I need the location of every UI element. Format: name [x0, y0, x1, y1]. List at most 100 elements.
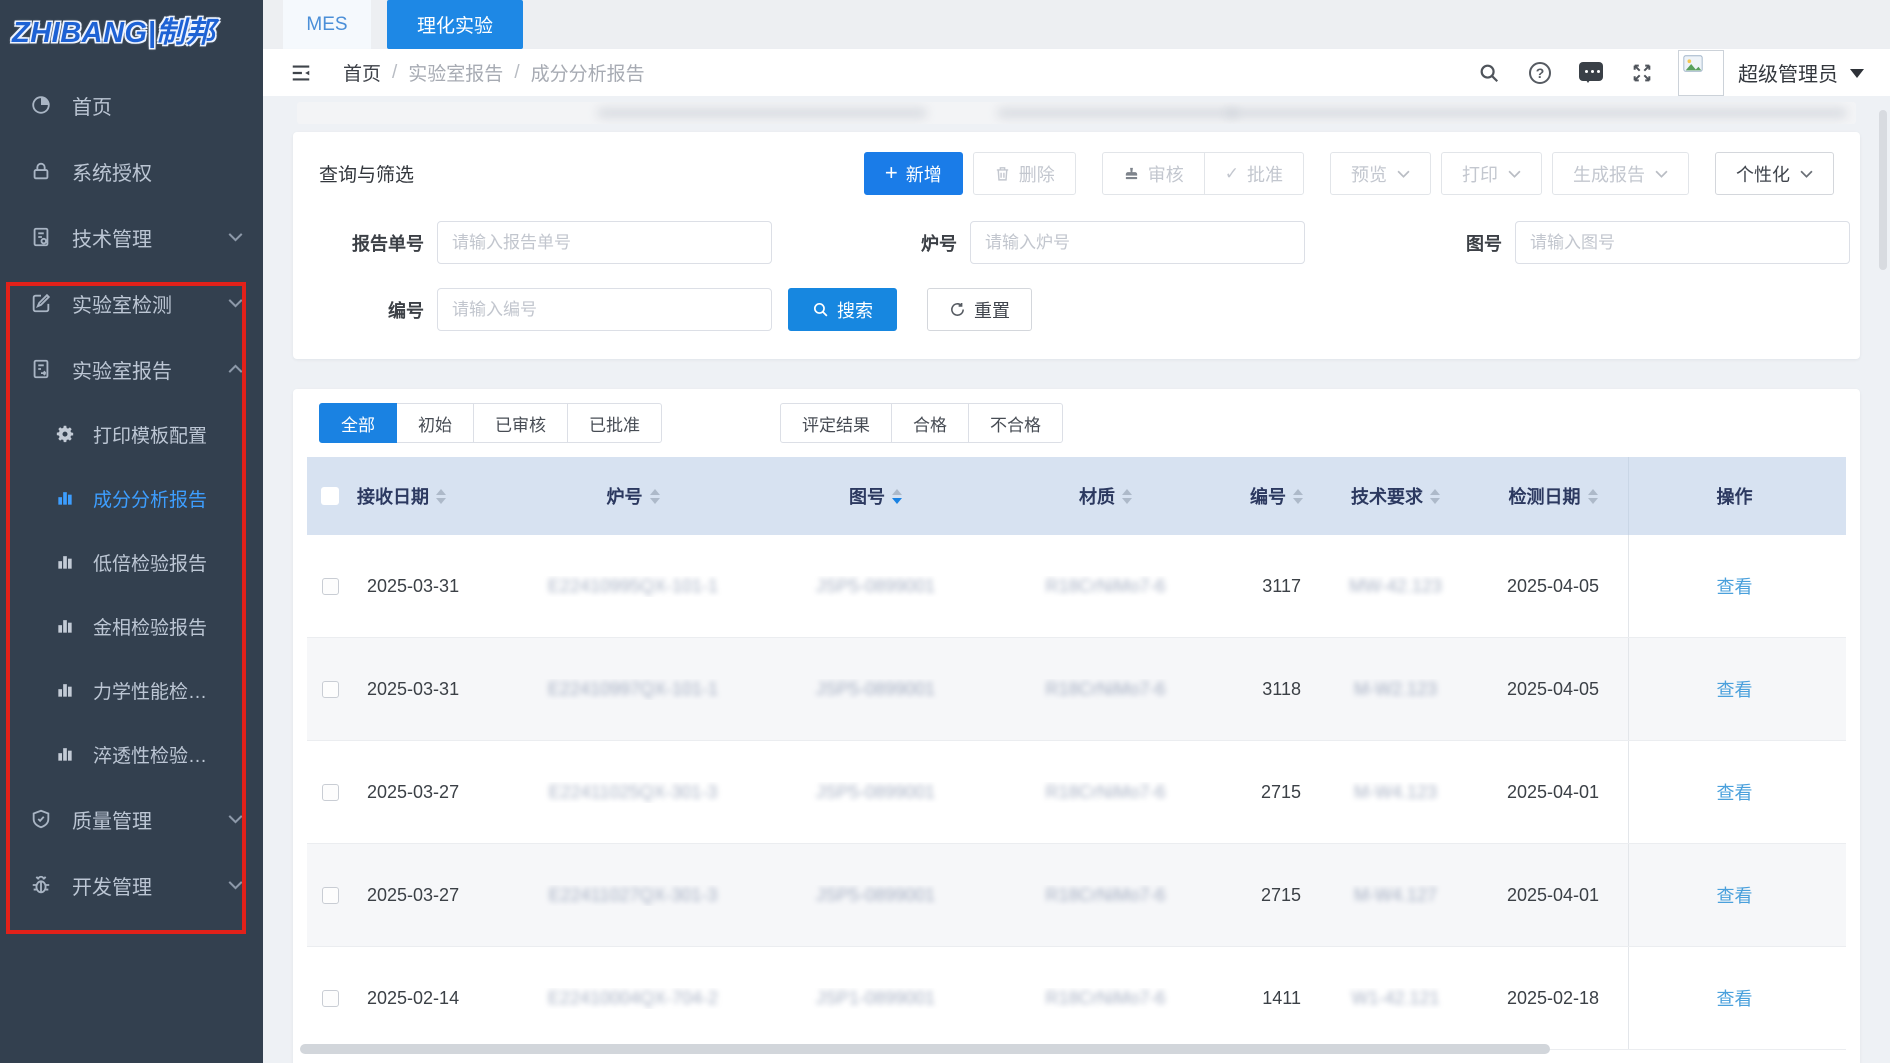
cell-drawing_no: JSP5-0899001	[763, 885, 988, 906]
column-header-3[interactable]: 图号	[763, 483, 988, 509]
row-checkbox[interactable]	[322, 887, 339, 904]
dashboard-icon	[30, 94, 52, 116]
status-tab-1[interactable]: 初始	[396, 403, 474, 443]
review-approve-group: 审核 ✓ 批准	[1102, 152, 1304, 195]
row-checkbox[interactable]	[322, 681, 339, 698]
status-tab-0[interactable]: 全部	[319, 403, 397, 443]
reset-button[interactable]: 重置	[927, 288, 1032, 331]
column-header-1[interactable]: 接收日期	[353, 483, 503, 509]
status-tab-2[interactable]: 已审核	[473, 403, 568, 443]
delete-button[interactable]: 删除	[973, 152, 1076, 195]
result-tab-2[interactable]: 不合格	[968, 403, 1063, 443]
cell-value: M-W2.123	[1354, 679, 1437, 700]
sidebar-item-hardenability-report[interactable]: 淬透性检验…	[0, 722, 263, 786]
sidebar-item-lab-report[interactable]: 实验室报告	[0, 336, 263, 402]
table-row: 2025-02-14E22410004QX-704-2JSP1-0899001R…	[307, 947, 1846, 1050]
review-button[interactable]: 审核	[1102, 152, 1205, 195]
cell-furnace_no: E22411025QX-301-3	[503, 782, 763, 803]
report-no-input[interactable]	[437, 221, 772, 264]
horizontal-scrollbar[interactable]	[300, 1044, 1550, 1054]
broken-image-icon	[1681, 53, 1705, 75]
sidebar-item-print-template-config[interactable]: 打印模板配置	[0, 402, 263, 466]
tab-physchem-lab[interactable]: 理化实验	[387, 0, 523, 49]
chevron-down-icon	[1655, 170, 1668, 178]
tab-mes[interactable]: MES	[283, 0, 371, 49]
message-icon[interactable]	[1579, 61, 1603, 85]
column-label: 接收日期	[357, 483, 429, 509]
sidebar-item-dev-mgmt[interactable]: 开发管理	[0, 852, 263, 918]
column-header-2[interactable]: 炉号	[503, 483, 763, 509]
row-checkbox[interactable]	[322, 990, 339, 1007]
approve-button[interactable]: ✓ 批准	[1204, 152, 1304, 195]
help-icon[interactable]: ?	[1528, 61, 1552, 85]
cell-furnace_no: E22410997QX-101-1	[503, 679, 763, 700]
print-button[interactable]: 打印	[1441, 152, 1542, 195]
sort-icon[interactable]	[1122, 489, 1132, 504]
result-tab-0[interactable]: 评定结果	[780, 403, 892, 443]
fullscreen-icon[interactable]	[1630, 61, 1654, 85]
sort-icon[interactable]	[892, 489, 902, 504]
cell-value: 3117	[1262, 576, 1301, 597]
view-link[interactable]: 查看	[1717, 573, 1753, 599]
sidebar-item-system-auth[interactable]: 系统授权	[0, 138, 263, 204]
chevron-down-icon	[228, 880, 243, 890]
sidebar-item-home[interactable]: 首页	[0, 72, 263, 138]
serial-no-input[interactable]	[437, 288, 772, 331]
preview-button[interactable]: 预览	[1330, 152, 1431, 195]
breadcrumb-lab-report[interactable]: 实验室报告	[408, 59, 503, 86]
cell-value: E22411025QX-301-3	[549, 782, 718, 803]
sort-icon[interactable]	[436, 489, 446, 504]
bug-icon	[30, 874, 52, 896]
furnace-no-input[interactable]	[970, 221, 1305, 264]
view-link[interactable]: 查看	[1717, 985, 1753, 1011]
select-all-checkbox[interactable]	[321, 487, 339, 505]
view-link[interactable]: 查看	[1717, 676, 1753, 702]
row-checkbox[interactable]	[322, 784, 339, 801]
cell-value: 2025-03-27	[367, 885, 459, 906]
cell-value: 1411	[1262, 988, 1301, 1009]
search-button[interactable]: 搜索	[788, 288, 897, 331]
sort-icon[interactable]	[1293, 489, 1303, 504]
status-tab-3[interactable]: 已批准	[567, 403, 662, 443]
sidebar-item-composition-analysis-report[interactable]: 成分分析报告	[0, 466, 263, 530]
vertical-scrollbar[interactable]	[1879, 110, 1887, 270]
add-button[interactable]: + 新增	[864, 152, 963, 195]
gear-icon	[55, 424, 75, 444]
check-icon: ✓	[1225, 164, 1239, 184]
cell-value: M-W4.127	[1354, 885, 1437, 906]
sidebar-item-metallographic-report[interactable]: 金相检验报告	[0, 594, 263, 658]
generate-report-button[interactable]: 生成报告	[1552, 152, 1689, 195]
breadcrumb-home[interactable]: 首页	[343, 59, 381, 86]
column-header-7[interactable]: 检测日期	[1478, 483, 1628, 509]
user-menu-caret-icon[interactable]	[1850, 69, 1864, 85]
menu-fold-icon[interactable]	[289, 62, 313, 84]
user-name[interactable]: 超级管理员	[1738, 58, 1838, 87]
sidebar-item-tech-mgmt[interactable]: 技术管理	[0, 204, 263, 270]
sidebar-item-mechanical-property-report[interactable]: 力学性能检…	[0, 658, 263, 722]
cell-drawing_no: JSP1-0899001	[763, 988, 988, 1009]
drawing-no-input[interactable]	[1515, 221, 1850, 264]
avatar[interactable]	[1678, 50, 1724, 96]
sort-icon[interactable]	[1588, 489, 1598, 504]
sidebar-item-low-magnification-report[interactable]: 低倍检验报告	[0, 530, 263, 594]
cell-serial_no: 2715	[1223, 782, 1313, 803]
search-icon[interactable]	[1477, 61, 1501, 85]
app-root: ZHIBANG|制邦 首页系统授权技术管理实验室检测实验室报告打印模板配置成分分…	[0, 0, 1890, 1063]
bar-chart-icon	[55, 616, 75, 636]
sort-icon[interactable]	[1430, 489, 1440, 504]
column-label: 图号	[849, 483, 885, 509]
sort-icon[interactable]	[650, 489, 660, 504]
view-link[interactable]: 查看	[1717, 779, 1753, 805]
view-link[interactable]: 查看	[1717, 882, 1753, 908]
row-actions-cell: 查看	[1628, 741, 1840, 843]
column-header-5[interactable]: 编号	[1223, 483, 1313, 509]
sidebar-item-lab-test[interactable]: 实验室检测	[0, 270, 263, 336]
personalize-button[interactable]: 个性化	[1715, 152, 1834, 195]
cell-tech_req: M-W4.127	[1313, 885, 1478, 906]
sidebar-item-quality-mgmt[interactable]: 质量管理	[0, 786, 263, 852]
cell-tech_req: MW-42.123	[1313, 576, 1478, 597]
row-checkbox[interactable]	[322, 578, 339, 595]
column-header-6[interactable]: 技术要求	[1313, 483, 1478, 509]
result-tab-1[interactable]: 合格	[891, 403, 969, 443]
column-header-4[interactable]: 材质	[988, 483, 1223, 509]
